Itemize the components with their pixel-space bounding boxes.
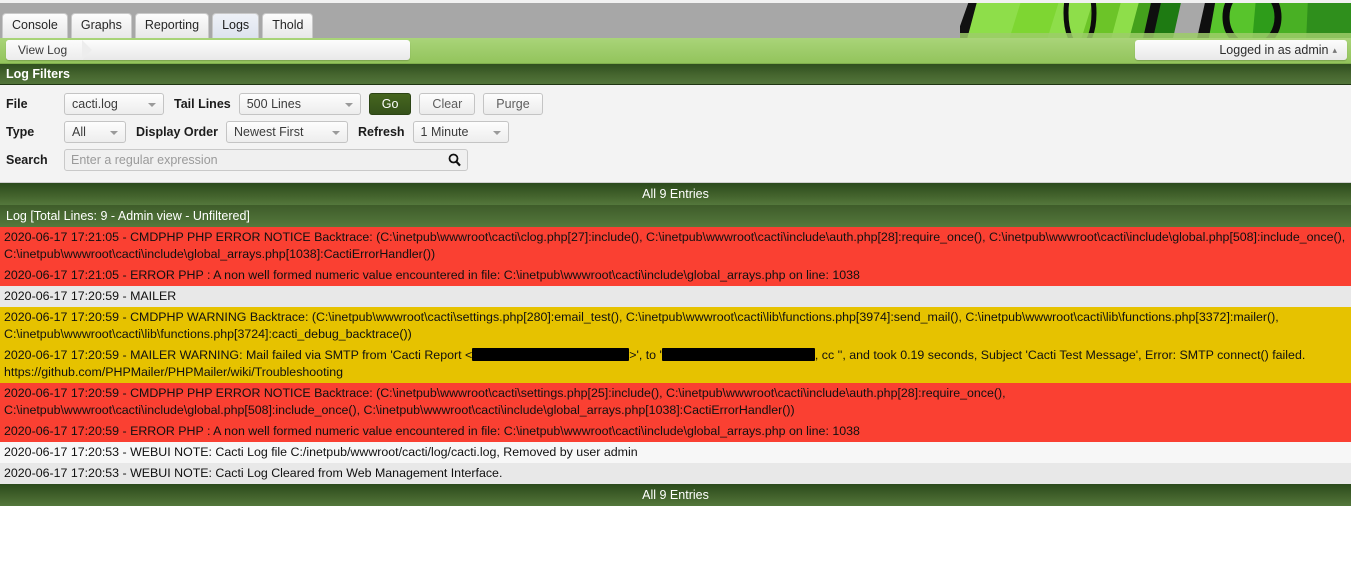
- tail-lines-label: Tail Lines: [174, 97, 231, 111]
- purge-button[interactable]: Purge: [483, 93, 543, 115]
- type-select-value: All: [72, 125, 86, 139]
- log-row: 2020-06-17 17:21:05 - CMDPHP PHP ERROR N…: [0, 227, 1351, 265]
- log-row: 2020-06-17 17:20:53 - WEBUI NOTE: Cacti …: [0, 442, 1351, 463]
- log-row: 2020-06-17 17:20:59 - MAILER: [0, 286, 1351, 307]
- log-row: 2020-06-17 17:20:59 - CMDPHP WARNING Bac…: [0, 307, 1351, 345]
- filter-row-type: Type All Display Order Newest First Refr…: [0, 118, 1351, 146]
- log-filters-panel: File cacti.log Tail Lines 500 Lines Go C…: [0, 85, 1351, 183]
- user-menu[interactable]: Logged in as admin ▴: [1135, 40, 1347, 60]
- file-label: File: [6, 97, 28, 111]
- user-menu-label: Logged in as admin: [1219, 43, 1329, 57]
- cacti-logo-graphic: [960, 3, 1351, 38]
- breadcrumb-container: View Log: [6, 40, 410, 60]
- log-row: 2020-06-17 17:20:59 - MAILER WARNING: Ma…: [0, 345, 1351, 383]
- log-table-header: Log [Total Lines: 9 - Admin view - Unfil…: [0, 205, 1351, 227]
- chevron-up-icon: ▴: [1332, 45, 1337, 55]
- chevron-down-icon: [344, 103, 353, 107]
- cacti-logo-banner: [960, 3, 1351, 38]
- tab-graphs[interactable]: Graphs: [70, 13, 132, 38]
- tab-logs[interactable]: Logs: [212, 13, 260, 38]
- display-order-select-value: Newest First: [233, 125, 304, 139]
- chevron-down-icon: [492, 131, 501, 135]
- chevron-down-icon: [110, 131, 118, 135]
- log-rows-container: 2020-06-17 17:21:05 - CMDPHP PHP ERROR N…: [0, 227, 1351, 484]
- tail-lines-select-value: 500 Lines: [246, 97, 301, 111]
- search-label: Search: [6, 153, 48, 167]
- type-label: Type: [6, 125, 35, 139]
- breadcrumb-bar: View Log Logged in as admin ▴: [0, 38, 1351, 64]
- redaction-box: [472, 348, 630, 361]
- search-box: [64, 149, 468, 171]
- file-select-value: cacti.log: [72, 97, 118, 111]
- display-order-label: Display Order: [136, 125, 218, 139]
- log-row: 2020-06-17 17:21:05 - ERROR PHP : A non …: [0, 265, 1351, 286]
- log-row: 2020-06-17 17:20:59 - ERROR PHP : A non …: [0, 421, 1351, 442]
- entries-bar-top: All 9 Entries: [0, 183, 1351, 205]
- refresh-label: Refresh: [357, 125, 405, 139]
- search-input[interactable]: [65, 150, 467, 170]
- page-footer-space: [0, 506, 1351, 538]
- entries-bar-bottom: All 9 Entries: [0, 484, 1351, 506]
- log-row: 2020-06-17 17:20:59 - CMDPHP PHP ERROR N…: [0, 383, 1351, 421]
- refresh-select-value: 1 Minute: [420, 125, 469, 139]
- file-select[interactable]: cacti.log: [64, 93, 164, 115]
- log-filters-title: Log Filters: [0, 64, 1351, 85]
- filter-row-search: Search: [0, 146, 1351, 174]
- breadcrumb-view-log[interactable]: View Log: [6, 40, 93, 60]
- tab-thold[interactable]: Thold: [262, 13, 314, 38]
- chevron-down-icon: [331, 131, 340, 135]
- tail-lines-select[interactable]: 500 Lines: [238, 93, 361, 115]
- clear-button[interactable]: Clear: [419, 93, 476, 115]
- log-row: 2020-06-17 17:20:53 - WEBUI NOTE: Cacti …: [0, 463, 1351, 484]
- search-icon[interactable]: [448, 153, 461, 170]
- type-select[interactable]: All: [64, 121, 126, 143]
- chevron-down-icon: [148, 103, 156, 107]
- refresh-select[interactable]: 1 Minute: [412, 121, 509, 143]
- top-tab-bar: Console Graphs Reporting Logs Thold: [0, 0, 1351, 38]
- tab-console[interactable]: Console: [2, 13, 68, 38]
- filter-row-file: File cacti.log Tail Lines 500 Lines Go C…: [0, 90, 1351, 118]
- display-order-select[interactable]: Newest First: [225, 121, 348, 143]
- main-tabs: Console Graphs Reporting Logs Thold: [2, 3, 316, 38]
- redaction-box: [661, 348, 815, 361]
- tab-reporting[interactable]: Reporting: [134, 13, 210, 38]
- go-button[interactable]: Go: [368, 93, 412, 115]
